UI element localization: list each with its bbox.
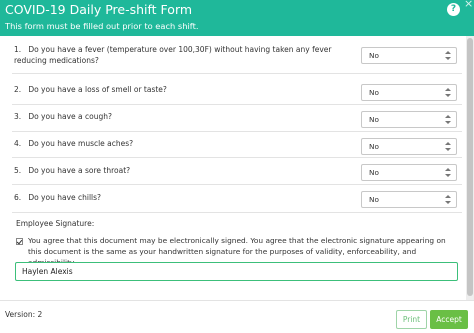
- chevron-updown-icon: [445, 115, 451, 124]
- divider: [12, 212, 462, 213]
- question-number: 5.: [14, 166, 22, 175]
- chevron-updown-icon: [445, 195, 451, 204]
- question-3: 3. Do you have a cough?: [14, 111, 344, 122]
- accept-button[interactable]: Accept: [430, 310, 468, 329]
- form-subtitle: This form must be filled out prior to ea…: [5, 21, 199, 31]
- select-value: No: [369, 168, 379, 177]
- form-header: COVID-19 Daily Pre-shift Form This form …: [0, 0, 474, 36]
- divider: [12, 184, 462, 185]
- answer-select-1[interactable]: No: [361, 47, 457, 64]
- scrollbar-thumb[interactable]: [467, 38, 473, 296]
- select-value: No: [369, 88, 379, 97]
- select-value: No: [369, 195, 379, 204]
- print-button[interactable]: Print: [396, 310, 427, 329]
- answer-select-2[interactable]: No: [361, 84, 457, 101]
- select-value: No: [369, 142, 379, 151]
- question-4: 4. Do you have muscle aches?: [14, 138, 344, 149]
- scrollbar[interactable]: [466, 36, 474, 300]
- answer-select-3[interactable]: No: [361, 111, 457, 128]
- question-2: 2. Do you have a loss of smell or taste?: [14, 84, 344, 95]
- question-text: Do you have a cough?: [28, 112, 112, 121]
- answer-select-6[interactable]: No: [361, 191, 457, 208]
- help-icon[interactable]: ?: [447, 3, 460, 16]
- divider: [12, 73, 462, 74]
- question-text: Do you have a loss of smell or taste?: [28, 85, 167, 94]
- answer-select-5[interactable]: No: [361, 164, 457, 181]
- signature-label: Employee Signature:: [16, 219, 95, 228]
- checkbox-checked-icon[interactable]: [16, 238, 23, 245]
- question-text: Do you have chills?: [28, 193, 102, 202]
- chevron-updown-icon: [445, 168, 451, 177]
- form-title: COVID-19 Daily Pre-shift Form: [5, 2, 193, 17]
- question-number: 1.: [14, 45, 22, 54]
- chevron-updown-icon: [445, 88, 451, 97]
- close-icon[interactable]: ×: [464, 0, 473, 10]
- answer-select-4[interactable]: No: [361, 138, 457, 155]
- signature-input[interactable]: Haylen Alexis: [15, 262, 458, 281]
- question-text: Do you have a sore throat?: [28, 166, 131, 175]
- question-number: 4.: [14, 139, 22, 148]
- select-value: No: [369, 51, 379, 60]
- divider: [12, 157, 462, 158]
- divider: [12, 104, 462, 105]
- question-text: Do you have muscle aches?: [28, 139, 134, 148]
- chevron-updown-icon: [445, 51, 451, 60]
- select-value: No: [369, 115, 379, 124]
- version-label: Version: 2: [5, 310, 43, 319]
- question-1: 1. Do you have a fever (temperature over…: [14, 44, 344, 66]
- question-number: 6.: [14, 193, 22, 202]
- form-footer: Version: 2 Print Accept: [0, 300, 474, 333]
- divider: [12, 131, 462, 132]
- question-number: 3.: [14, 112, 22, 121]
- chevron-updown-icon: [445, 142, 451, 151]
- question-number: 2.: [14, 85, 22, 94]
- question-6: 6. Do you have chills?: [14, 192, 344, 203]
- question-text: Do you have a fever (temperature over 10…: [14, 45, 332, 65]
- question-5: 5. Do you have a sore throat?: [14, 165, 344, 176]
